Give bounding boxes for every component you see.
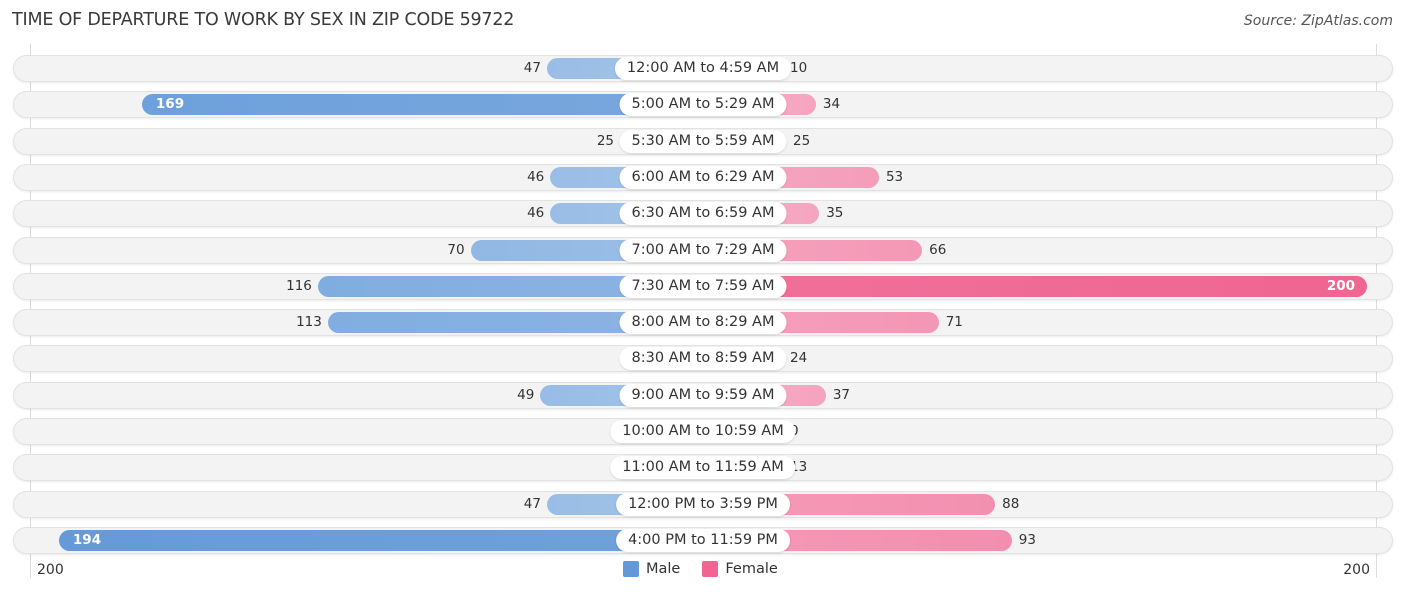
category-label: 6:30 AM to 6:59 AM (619, 202, 787, 226)
legend-swatch-female (702, 561, 719, 577)
value-label-male: 47 (523, 495, 541, 512)
value-label-male: 70 (447, 241, 465, 258)
value-label-male: 47 (523, 60, 541, 76)
value-label-female: 34 (822, 96, 841, 113)
category-label: 12:00 AM to 4:59 AM (614, 57, 792, 80)
value-label-female: 200 (1326, 277, 1355, 294)
category-label: 7:00 AM to 7:29 AM (619, 238, 787, 262)
value-label-female: 71 (945, 314, 963, 331)
category-label: 8:30 AM to 8:59 AM (619, 347, 787, 371)
value-label-male: 49 (517, 386, 535, 403)
category-label: 7:30 AM to 7:59 AM (619, 274, 787, 298)
value-label-female: 93 (1018, 531, 1036, 548)
value-label-female: 88 (1002, 495, 1020, 512)
value-label-female: 66 (929, 241, 947, 258)
value-label-male: 169 (155, 96, 185, 113)
value-label-male: 116 (286, 277, 312, 294)
legend-swatch-male (623, 561, 639, 577)
value-label-male: 25 (596, 132, 614, 149)
value-label-female: 53 (885, 168, 904, 185)
value-label-male: 194 (72, 531, 102, 548)
legend-label-female: Female (725, 561, 778, 577)
axis-label-left: 200 (37, 562, 64, 578)
legend-item-male: Male (623, 561, 680, 577)
category-label: 9:00 AM to 9:59 AM (619, 383, 787, 407)
category-label: 6:00 AM to 6:29 AM (619, 165, 787, 189)
bar-female (703, 275, 1367, 297)
value-label-male: 113 (296, 314, 322, 331)
value-label-female: 37 (832, 386, 851, 403)
bar-male (58, 529, 703, 551)
legend: Male Female (623, 561, 778, 577)
value-label-female: 24 (790, 350, 808, 367)
value-label-female: 35 (826, 205, 844, 222)
legend-item-female: Female (702, 561, 778, 577)
category-label: 5:00 AM to 5:29 AM (619, 93, 787, 117)
value-label-female: 25 (793, 132, 811, 149)
legend-label-male: Male (646, 561, 681, 577)
category-label: 10:00 AM to 10:59 AM (610, 420, 796, 443)
value-label-female: 10 (790, 60, 808, 76)
category-label: 8:00 AM to 8:29 AM (619, 311, 787, 335)
axis-label-right: 200 (1343, 562, 1370, 578)
category-label: 5:30 AM to 5:59 AM (619, 129, 787, 153)
category-label: 11:00 AM to 11:59 AM (610, 456, 796, 480)
value-label-male: 46 (527, 168, 545, 185)
source-label: Source: ZipAtlas.com (1243, 13, 1393, 29)
value-label-male: 46 (527, 205, 545, 222)
category-label: 4:00 PM to 11:59 PM (616, 528, 790, 552)
category-label: 12:00 PM to 3:59 PM (616, 492, 790, 516)
chart-title: TIME OF DEPARTURE TO WORK BY SEX IN ZIP … (12, 10, 515, 30)
